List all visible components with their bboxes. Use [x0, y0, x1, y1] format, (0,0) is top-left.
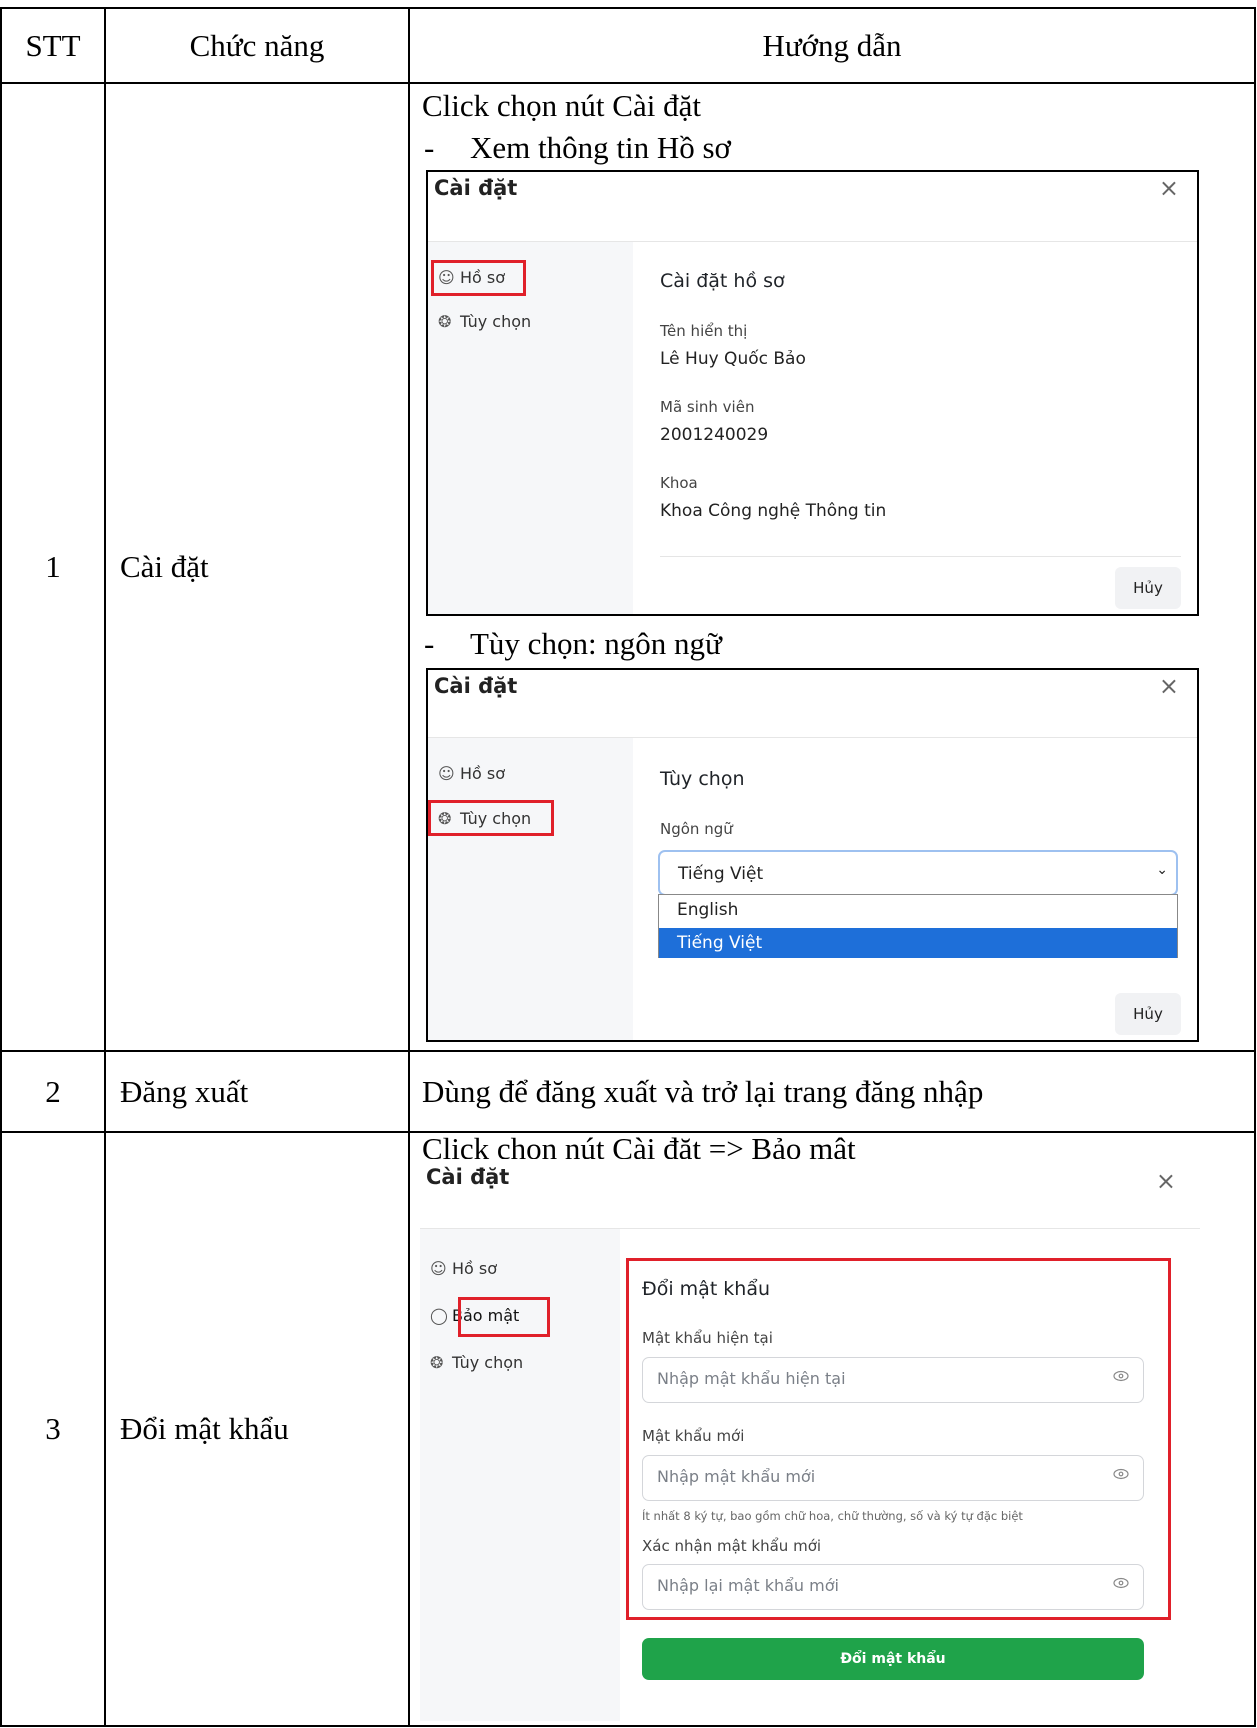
close-icon[interactable]: ×	[1159, 174, 1179, 202]
bullet-dash: -	[424, 130, 435, 165]
new-password-placeholder: Nhập mật khẩu mới	[657, 1467, 816, 1486]
language-select[interactable]: Tiếng Việt ⌄	[658, 850, 1178, 896]
nav-profile-label: Hồ sơ	[460, 764, 506, 783]
profile-heading: Cài đặt hồ sơ	[660, 270, 785, 292]
dialog-title: Cài đặt	[434, 176, 518, 200]
current-password-label: Mật khẩu hiện tại	[642, 1329, 773, 1347]
language-label: Ngôn ngữ	[660, 820, 733, 838]
table-row: 3 Đổi mật khẩu Click chọn nút Cài đặt =>…	[0, 1131, 1256, 1727]
highlight-box	[431, 260, 526, 296]
settings-dialog-options: Cài đặt × ☺ Hồ sơ ❂ Tùy chọn Tùy chọn Ngôn…	[426, 668, 1199, 1042]
row-3-guide: Click chọn nút Cài đặt => Bảo mật Cài đặ…	[408, 1131, 1256, 1727]
header-function: Chức năng	[104, 7, 410, 84]
divider	[660, 556, 1181, 557]
row-1-stt: 1	[0, 82, 106, 1052]
student-id-value: 2001240029	[660, 425, 769, 445]
highlight-box	[458, 1297, 550, 1337]
row-1-bullet-profile: Xem thông tin Hồ sơ	[470, 130, 731, 165]
row-3-stt: 3	[0, 1131, 106, 1727]
shield-icon: ◯	[430, 1306, 448, 1325]
table-header-row: STT Chức năng Hướng dẫn	[0, 7, 1256, 84]
row-1-guide: Click chọn nút Cài đặt - Xem thông tin H…	[408, 82, 1256, 1052]
row-2-guide: Dùng để đăng xuất và trở lại trang đăng …	[408, 1050, 1256, 1133]
settings-dialog-profile: Cài đặt × ☺ Hồ sơ ❂ Tùy chọn Cài đặt hồ sơ…	[426, 170, 1199, 616]
current-password-placeholder: Nhập mật khẩu hiện tại	[657, 1369, 846, 1388]
nav-item-profile[interactable]: ☺ Hồ sơ	[438, 764, 505, 783]
row-1-function: Cài đặt	[104, 82, 410, 1052]
guide-table: STT Chức năng Hướng dẫn 1 Cài đặt Click …	[0, 7, 1256, 1727]
row-3-function: Đổi mật khẩu	[104, 1131, 410, 1727]
chevron-down-icon: ⌄	[1156, 862, 1168, 878]
table-row: 2 Đăng xuất Dùng để đăng xuất và trở lại…	[0, 1050, 1256, 1133]
student-id-label: Mã sinh viên	[660, 398, 755, 416]
password-heading: Đổi mật khẩu	[642, 1278, 771, 1300]
nav-item-options[interactable]: ❂ Tùy chọn	[438, 312, 531, 331]
settings-dialog-security: Cài đặt × ☺ Hồ sơ ◯ Bảo mật ❂ Tùy chọn Đ…	[420, 1159, 1200, 1721]
cancel-button[interactable]: Hủy	[1115, 993, 1181, 1035]
row-2-stt: 2	[0, 1050, 106, 1133]
change-password-button[interactable]: Đổi mật khẩu	[642, 1638, 1144, 1680]
name-value: Lê Huy Quốc Bảo	[660, 349, 806, 369]
palette-icon: ❂	[438, 312, 452, 331]
dialog-title: Cài đặt	[426, 1165, 510, 1189]
dialog-sidebar: ☺ Hồ sơ ❂ Tùy chọn	[428, 242, 633, 614]
highlight-box	[428, 800, 554, 836]
language-selected-value: Tiếng Việt	[678, 864, 764, 884]
row-2-function: Đăng xuất	[104, 1050, 410, 1133]
password-hint: Ít nhất 8 ký tự, bao gồm chữ hoa, chữ th…	[642, 1509, 1023, 1523]
new-password-input[interactable]: Nhập mật khẩu mới	[642, 1455, 1144, 1501]
confirm-password-placeholder: Nhập lại mật khẩu mới	[657, 1576, 839, 1595]
user-icon: ☺	[430, 1259, 447, 1278]
options-heading: Tùy chọn	[660, 768, 745, 790]
dialog-sidebar: ☺ Hồ sơ ❂ Tùy chọn	[428, 738, 633, 1040]
dialog-header: Cài đặt ×	[428, 670, 1197, 738]
user-icon: ☺	[438, 764, 455, 783]
new-password-label: Mật khẩu mới	[642, 1427, 745, 1445]
language-option-vietnamese[interactable]: Tiếng Việt	[659, 928, 1177, 958]
confirm-password-label: Xác nhận mật khẩu mới	[642, 1537, 822, 1555]
faculty-value: Khoa Công nghệ Thông tin	[660, 501, 887, 521]
close-icon[interactable]: ×	[1156, 1167, 1176, 1195]
name-label: Tên hiển thị	[660, 322, 748, 340]
dialog-header: Cài đặt ×	[420, 1159, 1200, 1229]
eye-icon[interactable]	[1113, 1577, 1129, 1589]
header-guide: Hướng dẫn	[408, 7, 1256, 84]
dialog-header: Cài đặt ×	[428, 172, 1197, 242]
language-option-english[interactable]: English	[659, 900, 1177, 920]
nav-options-label: Tùy chọn	[452, 1353, 524, 1372]
row-1-bullet-options: Tùy chọn: ngôn ngữ	[470, 626, 722, 661]
dialog-title: Cài đặt	[434, 674, 518, 698]
eye-icon[interactable]	[1113, 1468, 1129, 1480]
close-icon[interactable]: ×	[1159, 672, 1179, 700]
language-options-list: English Tiếng Việt	[658, 894, 1178, 958]
cancel-button[interactable]: Hủy	[1115, 567, 1181, 609]
dialog-sidebar: ☺ Hồ sơ ◯ Bảo mật ❂ Tùy chọn	[420, 1229, 620, 1721]
faculty-label: Khoa	[660, 474, 698, 492]
bullet-dash: -	[424, 626, 435, 661]
header-stt: STT	[0, 7, 106, 84]
nav-options-label: Tùy chọn	[460, 312, 532, 331]
eye-icon[interactable]	[1113, 1370, 1129, 1382]
table-row: 1 Cài đặt Click chọn nút Cài đặt - Xem t…	[0, 82, 1256, 1052]
row-1-intro: Click chọn nút Cài đặt	[422, 88, 701, 123]
confirm-password-input[interactable]: Nhập lại mật khẩu mới	[642, 1564, 1144, 1610]
nav-item-profile[interactable]: ☺ Hồ sơ	[430, 1259, 497, 1278]
nav-item-options[interactable]: ❂ Tùy chọn	[430, 1353, 523, 1372]
nav-profile-label: Hồ sơ	[452, 1259, 498, 1278]
current-password-input[interactable]: Nhập mật khẩu hiện tại	[642, 1357, 1144, 1403]
palette-icon: ❂	[430, 1353, 444, 1372]
